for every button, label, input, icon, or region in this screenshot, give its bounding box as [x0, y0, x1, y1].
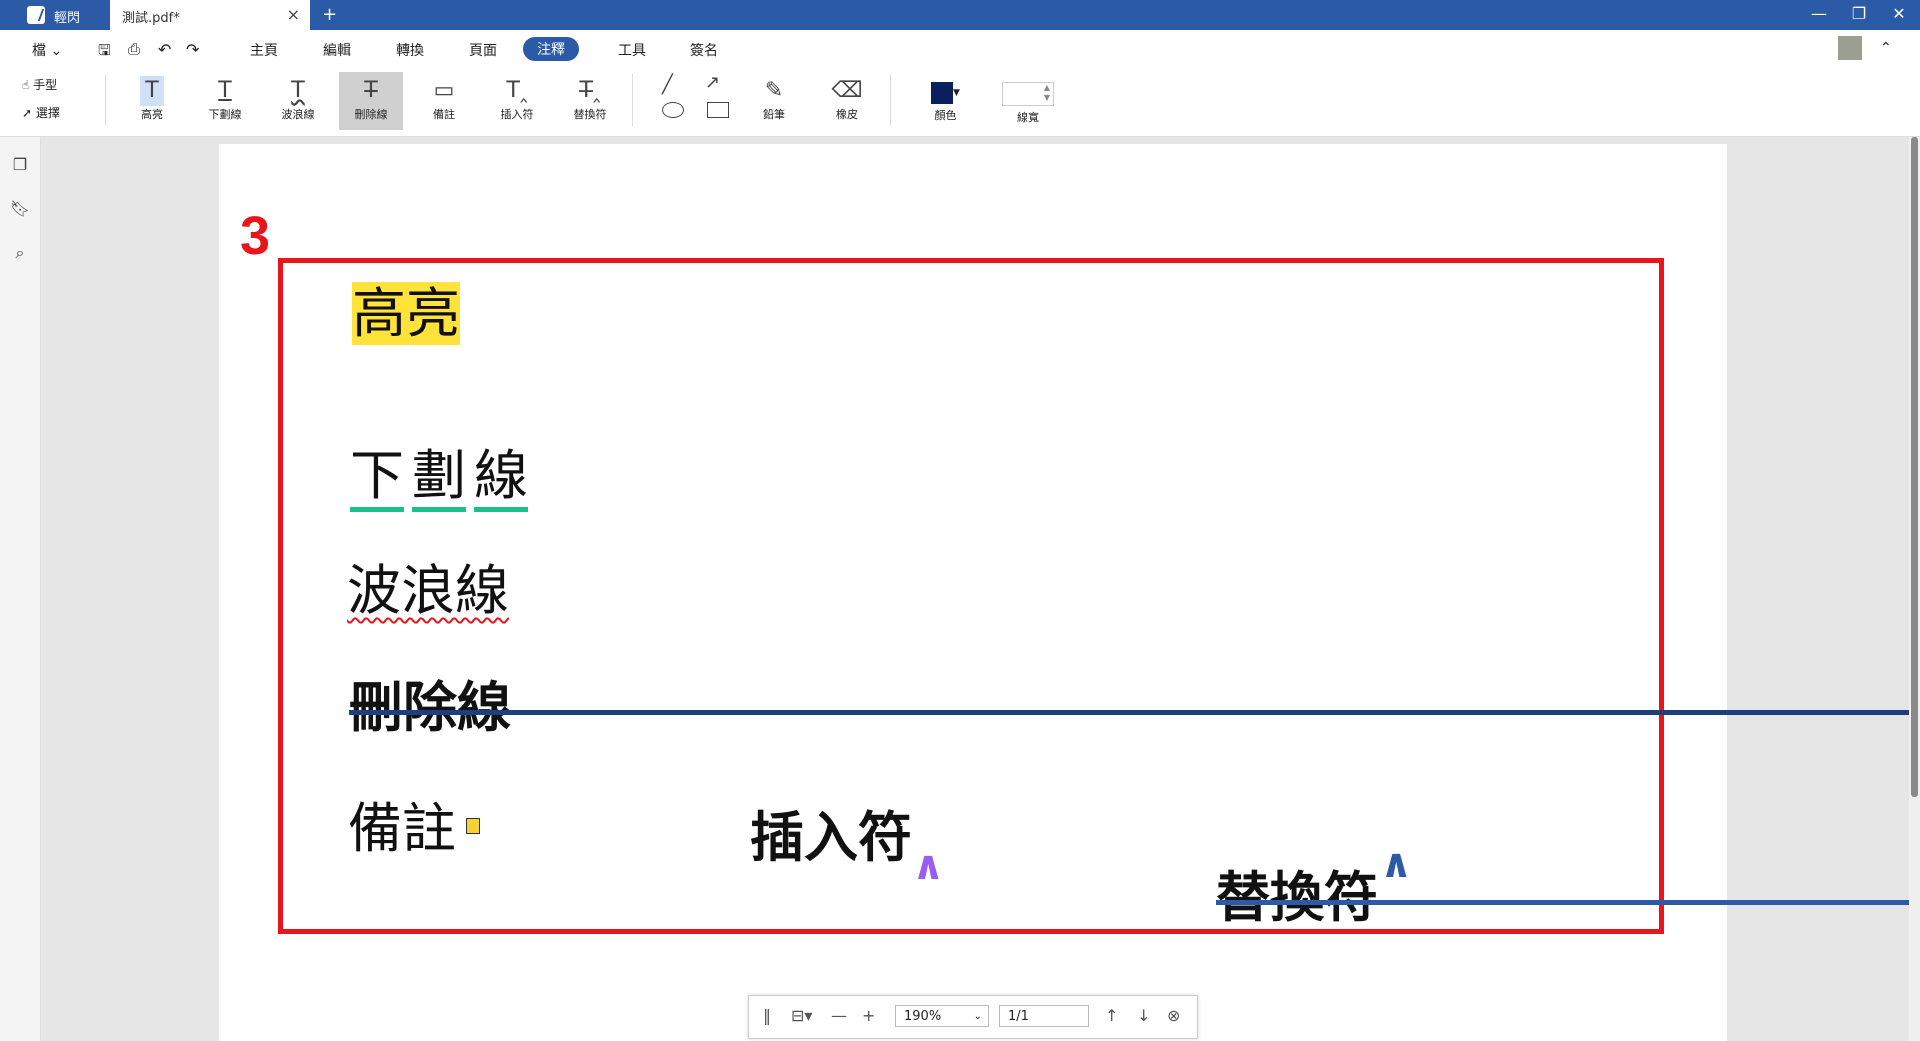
- view-mode-icon[interactable]: ⊟▾: [791, 1006, 812, 1025]
- step-number: 3: [240, 206, 271, 266]
- replace-caret-tool[interactable]: T̶‸ 替換符: [558, 76, 622, 122]
- save-icon[interactable]: 🖫: [98, 40, 111, 65]
- previous-page-icon[interactable]: ↑: [1105, 1006, 1118, 1025]
- undo-icon[interactable]: ↶: [158, 40, 171, 59]
- pencil-icon: ✎: [764, 78, 784, 103]
- note-marker-icon[interactable]: [466, 818, 480, 834]
- drag-handle-icon[interactable]: ‖: [763, 1006, 771, 1025]
- app-logo-icon: [27, 6, 45, 24]
- menu-convert[interactable]: 轉換: [396, 40, 424, 60]
- menu-home[interactable]: 主頁: [250, 40, 278, 60]
- strikethrough-tool[interactable]: T 刪除線: [339, 72, 403, 130]
- pencil-tool[interactable]: ✎ 鉛筆: [742, 76, 806, 122]
- menu-annotate[interactable]: 注釋: [523, 37, 579, 61]
- highlight-icon: T: [140, 76, 164, 106]
- search-icon[interactable]: ⌕: [9, 243, 31, 265]
- vertical-scrollbar[interactable]: [1909, 137, 1920, 1041]
- line-width-stepper[interactable]: ▲ ▼ 線寬: [1002, 82, 1054, 125]
- avatar[interactable]: [1838, 36, 1862, 60]
- wavy-line-icon: T: [291, 78, 305, 103]
- close-tab-icon[interactable]: ×: [287, 5, 300, 24]
- arrow-icon[interactable]: ↗: [705, 72, 720, 93]
- new-tab-button[interactable]: +: [322, 4, 337, 25]
- app-tab[interactable]: 輕閃: [0, 0, 110, 30]
- redo-icon[interactable]: ↷: [186, 40, 199, 59]
- color-picker[interactable]: ▼ 顏色: [931, 82, 960, 123]
- eraser-tool[interactable]: ⌫ 橡皮: [815, 76, 879, 122]
- replace-caret-sample[interactable]: 替換符: [1216, 866, 1920, 930]
- underline-tool[interactable]: T 下劃線: [193, 76, 257, 122]
- note-tool[interactable]: ▭ 備註: [412, 76, 476, 122]
- highlight-tool[interactable]: T 高亮: [120, 76, 184, 122]
- insert-caret-tool[interactable]: T‸ 插入符: [485, 76, 549, 122]
- divider: [632, 74, 633, 126]
- restore-button[interactable]: ❐: [1844, 4, 1874, 23]
- document-tab[interactable]: 測試.pdf* ×: [110, 0, 310, 30]
- color-swatch: [931, 82, 953, 104]
- menu-page[interactable]: 頁面: [469, 40, 497, 60]
- ellipse-icon[interactable]: [662, 102, 684, 118]
- left-sidebar: ❐ 🔖︎ ⌕: [0, 137, 41, 1041]
- hand-icon: ☝: [22, 78, 30, 92]
- window-close-button[interactable]: ✕: [1884, 4, 1914, 23]
- divider: [890, 74, 891, 126]
- page-navigation-bar: ‖ ⊟▾ — + 190% ⌄ 1/1 ↑ ↓ ⊗: [748, 995, 1198, 1039]
- bookmark-icon[interactable]: 🔖︎: [9, 199, 31, 221]
- chevron-down-icon: ⌄: [973, 1011, 982, 1022]
- wavy-line-sample[interactable]: 波浪線: [347, 559, 509, 623]
- insert-caret-mark-icon[interactable]: ∧: [912, 846, 944, 886]
- zoom-in-icon[interactable]: +: [862, 1006, 875, 1025]
- app-name: 輕閃: [54, 11, 81, 26]
- underline-icon: T: [218, 78, 232, 103]
- minimize-button[interactable]: —: [1804, 4, 1834, 23]
- insert-caret-sample[interactable]: 插入符: [750, 806, 912, 870]
- insert-caret-icon: T‸: [506, 78, 528, 103]
- file-menu[interactable]: 檔 ⌄: [32, 40, 62, 60]
- strikethrough-sample[interactable]: 刪除線: [349, 676, 1920, 740]
- close-bar-icon[interactable]: ⊗: [1167, 1006, 1180, 1025]
- rectangle-icon[interactable]: [707, 102, 729, 118]
- wavy-line-tool[interactable]: T 波浪線: [266, 76, 330, 122]
- cursor-icon: ➚: [22, 106, 33, 120]
- replace-caret-mark-icon[interactable]: ∧: [1380, 844, 1412, 884]
- zoom-select[interactable]: 190% ⌄: [895, 1005, 989, 1027]
- select-tool[interactable]: ➚ 選擇: [22, 104, 60, 121]
- underline-sample[interactable]: 下劃線: [350, 444, 536, 512]
- pages-icon[interactable]: ❐: [9, 155, 31, 177]
- next-page-icon[interactable]: ↓: [1137, 1006, 1150, 1025]
- menu-bar: 檔 ⌄ 🖫 ⎙ ↶ ↷ 主頁 編輯 轉換 頁面 注釋 工具 簽名 ⌃: [0, 30, 1920, 66]
- menu-sign[interactable]: 簽名: [690, 40, 718, 60]
- line-icon[interactable]: ╱: [662, 74, 673, 95]
- menu-tools[interactable]: 工具: [618, 40, 646, 60]
- stepper-arrows-icon[interactable]: ▲ ▼: [1044, 83, 1050, 103]
- print-icon[interactable]: ⎙: [128, 40, 140, 58]
- scrollbar-thumb[interactable]: [1911, 137, 1918, 797]
- dropdown-icon: ▼: [953, 88, 960, 98]
- line-width-field[interactable]: ▲ ▼: [1002, 82, 1054, 106]
- note-icon: ▭: [433, 78, 455, 103]
- collapse-ribbon-icon[interactable]: ⌃: [1880, 40, 1892, 56]
- strikethrough-icon: T: [364, 78, 378, 103]
- replace-caret-icon: T̶‸: [579, 78, 601, 103]
- hand-tool[interactable]: ☝ 手型: [22, 76, 57, 93]
- divider: [105, 74, 106, 126]
- zoom-out-icon[interactable]: —: [831, 1006, 847, 1025]
- note-sample[interactable]: 備註: [348, 797, 456, 861]
- menu-edit[interactable]: 編輯: [323, 40, 351, 60]
- document-tab-title: 測試.pdf*: [122, 11, 180, 26]
- page-number-input[interactable]: 1/1: [999, 1005, 1089, 1027]
- annotation-ribbon: ☝ 手型 ➚ 選擇 T 高亮 T 下劃線 T 波浪線 T 刪除線 ▭ 備註 T‸ 插入符 T…: [0, 66, 1920, 137]
- highlight-sample[interactable]: 高亮: [352, 282, 460, 346]
- eraser-icon: ⌫: [831, 78, 863, 103]
